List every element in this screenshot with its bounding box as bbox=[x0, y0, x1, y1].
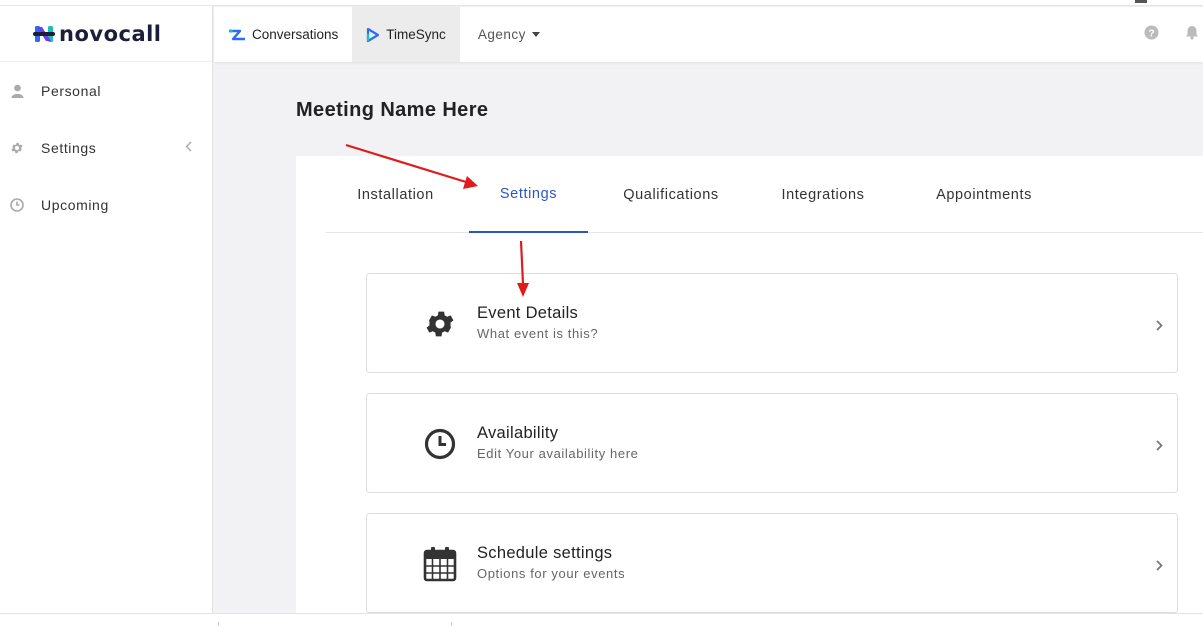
tab-integrations[interactable]: Integrations bbox=[776, 156, 870, 233]
settings-panel: Installation Settings Qualifications Int… bbox=[296, 156, 1203, 626]
gear-icon bbox=[422, 306, 458, 342]
tab-qualifications[interactable]: Qualifications bbox=[616, 156, 726, 233]
card-title: Availability bbox=[477, 424, 559, 442]
svg-text:?: ? bbox=[1148, 28, 1154, 39]
card-subtitle: Edit Your availability here bbox=[477, 446, 639, 461]
calendar-icon bbox=[422, 546, 458, 582]
window-control[interactable] bbox=[1135, 0, 1147, 3]
logo-text: novocall bbox=[59, 21, 162, 46]
card-title: Schedule settings bbox=[477, 544, 613, 562]
user-icon bbox=[10, 84, 24, 98]
clock-icon bbox=[10, 197, 24, 212]
event-details-card[interactable]: Event Details What event is this? bbox=[366, 273, 1178, 373]
tab-installation[interactable]: Installation bbox=[326, 156, 465, 233]
nav-timesync[interactable]: TimeSync bbox=[352, 7, 460, 62]
topbar-actions: ? bbox=[1144, 7, 1203, 62]
availability-card[interactable]: Availability Edit Your availability here bbox=[366, 393, 1178, 493]
nav-conversations-label: Conversations bbox=[252, 27, 339, 42]
sidebar-item-personal[interactable]: Personal bbox=[0, 62, 212, 119]
divider bbox=[451, 622, 452, 626]
chevron-right-icon bbox=[1156, 318, 1163, 336]
tab-bar: Installation Settings Qualifications Int… bbox=[326, 156, 1203, 233]
timesync-logo-icon bbox=[366, 27, 380, 43]
bell-icon[interactable] bbox=[1185, 25, 1199, 45]
sidebar-item-settings[interactable]: Settings bbox=[0, 119, 212, 176]
chevron-left-icon[interactable] bbox=[185, 139, 192, 157]
clock-icon bbox=[422, 426, 458, 462]
card-title: Event Details bbox=[477, 304, 579, 322]
divider bbox=[218, 622, 219, 626]
window-bottom-edge bbox=[0, 613, 1203, 626]
agency-label: Agency bbox=[477, 27, 526, 42]
sidebar-item-label: Settings bbox=[41, 139, 97, 156]
caret-down-icon bbox=[531, 32, 540, 37]
card-subtitle: What event is this? bbox=[477, 326, 599, 341]
page-title: Meeting Name Here bbox=[296, 99, 489, 121]
chevron-right-icon bbox=[1156, 438, 1163, 456]
gear-icon bbox=[10, 141, 24, 155]
schedule-settings-card[interactable]: Schedule settings Options for your event… bbox=[366, 513, 1178, 613]
help-icon[interactable]: ? bbox=[1144, 24, 1159, 45]
tab-appointments[interactable]: Appointments bbox=[926, 156, 1042, 233]
sidebar-item-label: Personal bbox=[41, 82, 102, 99]
card-subtitle: Options for your events bbox=[477, 566, 626, 581]
sidebar-item-upcoming[interactable]: Upcoming bbox=[0, 176, 212, 233]
nav-timesync-label: TimeSync bbox=[386, 27, 446, 42]
tab-settings[interactable]: Settings bbox=[469, 156, 588, 233]
sidebar-item-label: Upcoming bbox=[41, 196, 109, 213]
top-navbar: Conversations TimeSync Agency ? bbox=[214, 7, 1203, 62]
sidebar: novocall Personal Settings Upcoming bbox=[0, 6, 213, 626]
nav-conversations[interactable]: Conversations bbox=[214, 7, 352, 62]
conversations-logo-icon bbox=[228, 28, 246, 42]
chevron-right-icon bbox=[1156, 558, 1163, 576]
brand-logo[interactable]: novocall bbox=[0, 6, 212, 62]
novocall-mark-icon bbox=[33, 25, 55, 42]
window-top-edge bbox=[0, 0, 1203, 6]
agency-dropdown[interactable]: Agency bbox=[460, 7, 554, 62]
